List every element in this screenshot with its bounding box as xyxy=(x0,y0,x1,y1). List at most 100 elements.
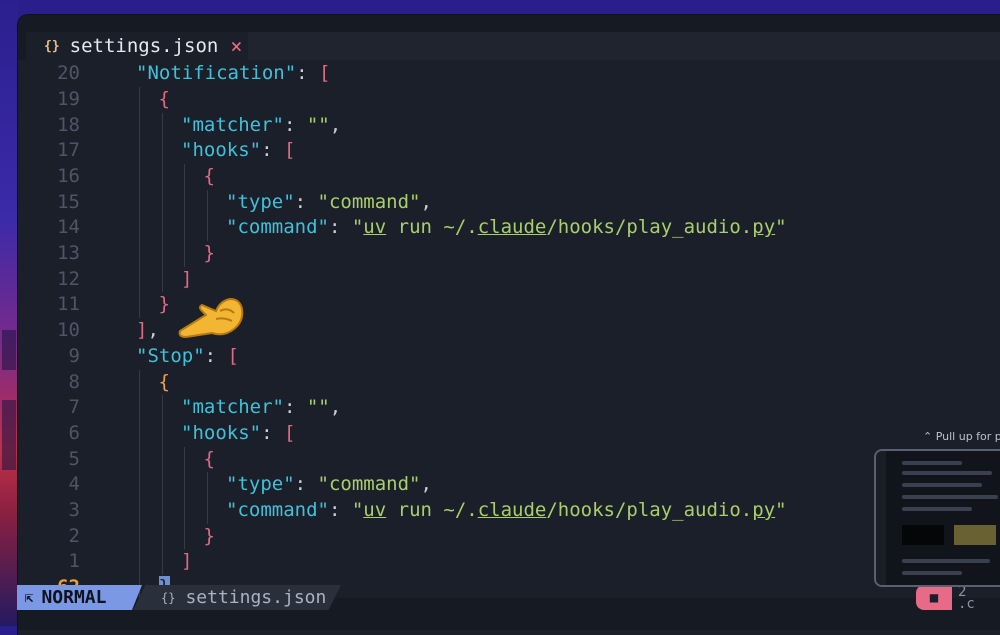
indent-guide xyxy=(139,472,140,499)
indent-guide xyxy=(161,189,163,216)
code-token: [ xyxy=(283,421,296,444)
mode-icon: ⇱ xyxy=(25,589,34,606)
code-token: [ xyxy=(283,139,296,162)
code-text: } xyxy=(204,524,215,550)
indent-guide xyxy=(161,446,163,473)
code-token: "Stop" xyxy=(136,344,205,367)
code-line[interactable]: 19 { xyxy=(18,87,1000,113)
line-number: 10 xyxy=(57,319,80,342)
code-text: "matcher": "", xyxy=(181,113,341,139)
folder-icon[interactable]: ■ xyxy=(916,585,952,610)
code-line[interactable]: 8{ xyxy=(18,370,1000,396)
code-token: "command" xyxy=(317,473,421,496)
close-icon[interactable]: × xyxy=(230,34,242,58)
indent-guide xyxy=(184,189,185,216)
code-text: "type": "command", xyxy=(226,472,432,498)
indent-guide xyxy=(161,472,163,499)
indent-guide xyxy=(139,369,140,396)
editor-window: {} settings.json × 20 "Notification": [19… xyxy=(18,15,1000,635)
code-line[interactable]: 18 "matcher": "", xyxy=(18,113,1000,139)
tab-bar: {} settings.json × xyxy=(18,15,1000,60)
code-line[interactable]: 5{ xyxy=(18,447,1000,473)
code-line[interactable]: 15 "type": "command", xyxy=(18,190,1000,216)
preview-image-thumb xyxy=(954,525,996,545)
code-token: [ xyxy=(227,344,239,367)
line-number: 1 xyxy=(68,550,80,573)
code-editor[interactable]: 20 "Notification": [19{18 "matcher": "", 17… xyxy=(18,60,1000,601)
code-token: "matcher" xyxy=(181,113,284,136)
indent-guide xyxy=(161,112,163,139)
code-line[interactable]: 6 "hooks": [ xyxy=(18,421,1000,447)
code-token: } xyxy=(203,242,215,265)
code-line[interactable]: 10], xyxy=(18,318,1000,344)
code-text: { xyxy=(204,164,215,190)
tab-title: settings.json xyxy=(69,35,219,57)
indent-guide xyxy=(206,498,208,524)
preview-thumbnail[interactable] xyxy=(874,449,1000,587)
preview-line xyxy=(902,461,962,465)
code-line[interactable]: 13} xyxy=(18,241,1000,267)
line-number: 7 xyxy=(68,396,80,419)
tab-settings-json[interactable]: {} settings.json × xyxy=(26,32,248,60)
status-file-name: settings.json xyxy=(185,587,327,608)
indent-guide xyxy=(139,241,140,267)
json-file-icon: {} xyxy=(161,590,176,605)
code-token: /hooks/play_audio. xyxy=(546,216,753,239)
code-line[interactable]: 4 "type": "command", xyxy=(18,472,1000,498)
code-text: "Stop": [ xyxy=(136,344,239,370)
line-number: 2 xyxy=(68,524,80,547)
code-line[interactable]: 2} xyxy=(18,524,1000,550)
code-token: { xyxy=(158,87,170,110)
code-token: "type" xyxy=(226,473,295,496)
preview-sidebar xyxy=(876,451,886,585)
indent-guide xyxy=(139,138,140,164)
indent-guide xyxy=(184,523,185,550)
code-token: : xyxy=(204,344,228,367)
indent-guide xyxy=(139,446,140,473)
code-line[interactable]: 16 { xyxy=(18,164,1000,190)
pointing-hand-icon xyxy=(178,297,244,339)
preview-line xyxy=(902,483,982,487)
code-token: ] xyxy=(136,319,148,342)
code-token: "Notification" xyxy=(136,62,297,85)
code-token: : xyxy=(283,396,307,419)
indent-guide xyxy=(161,420,163,447)
code-line[interactable]: 1] xyxy=(18,549,1000,575)
code-line[interactable]: 20 "Notification": [ xyxy=(18,61,1000,87)
line-number: 3 xyxy=(68,499,80,522)
code-token: , xyxy=(329,113,342,136)
indent-guide xyxy=(184,446,185,473)
code-line[interactable]: 7 "matcher": "", xyxy=(18,395,1000,421)
code-line[interactable]: 9 "Stop": [ xyxy=(18,344,1000,370)
indent-guide xyxy=(139,498,140,524)
code-token: " xyxy=(775,216,787,239)
code-token: " xyxy=(775,499,787,522)
indent-guide xyxy=(161,241,163,267)
strip-bar xyxy=(2,330,16,370)
code-token: , xyxy=(420,473,432,496)
code-line[interactable]: 12] xyxy=(18,267,1000,293)
code-token: uv xyxy=(363,216,387,239)
code-token: { xyxy=(158,370,170,393)
code-token: run ~/. xyxy=(386,216,478,239)
code-text: } xyxy=(159,292,170,318)
code-token: { xyxy=(203,164,215,187)
mode-label: NORMAL xyxy=(41,587,107,608)
indent-guide xyxy=(139,215,140,242)
indent-guide xyxy=(161,498,163,524)
indent-guide xyxy=(161,138,163,164)
code-line[interactable]: 14 "command": "uv run ~/.claude/hooks/pla… xyxy=(18,215,1000,241)
code-token: "" xyxy=(306,396,330,419)
indent-guide xyxy=(139,292,140,319)
indent-guide xyxy=(161,549,163,576)
code-line[interactable]: 11} xyxy=(18,292,1000,318)
line-number: 13 xyxy=(57,242,80,265)
code-line[interactable]: 17 "hooks": [ xyxy=(18,138,1000,164)
indent-guide xyxy=(161,523,163,550)
line-number: 9 xyxy=(68,344,80,367)
code-text: } xyxy=(204,241,215,267)
code-line[interactable]: 3 "command": "uv run ~/.claude/hooks/play… xyxy=(18,498,1000,524)
preview-image-dark xyxy=(902,525,944,545)
code-token: /hooks/play_audio. xyxy=(546,499,753,522)
code-token: : xyxy=(261,139,284,162)
